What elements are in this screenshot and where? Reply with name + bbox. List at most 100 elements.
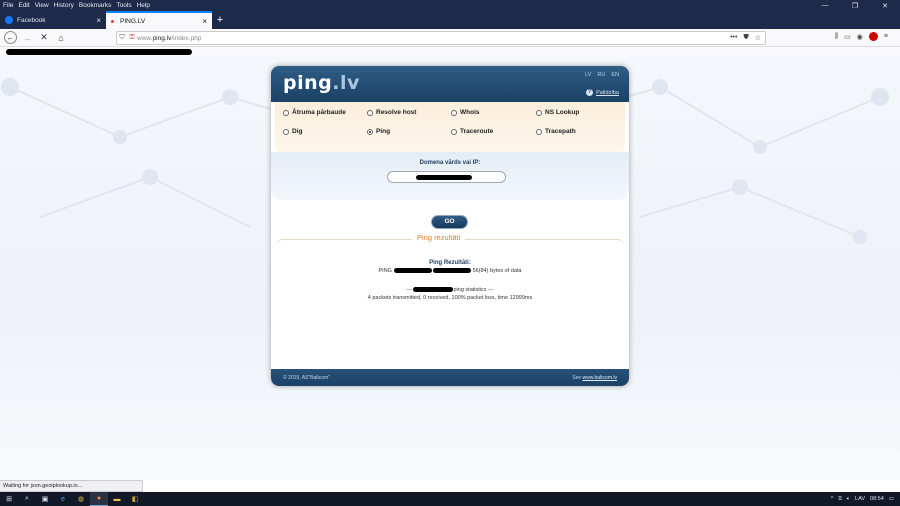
stats-prefix: --- — [406, 287, 412, 293]
redacted-host — [413, 287, 454, 293]
go-button[interactable]: GO — [431, 215, 468, 229]
tray-chevron-icon[interactable]: ^ — [831, 496, 834, 502]
domain-label: Domena vārds vai IP: — [419, 160, 481, 166]
option-tracepath[interactable]: Tracepath — [536, 128, 576, 135]
tab-ping-lv[interactable]: PING.LV × — [106, 11, 212, 29]
option-whois[interactable]: Whois — [451, 109, 480, 116]
bookmarks-toolbar — [0, 47, 900, 57]
language-switcher: LV RU EN — [585, 72, 619, 78]
file-explorer-icon[interactable]: ▬ — [108, 492, 126, 506]
lang-lv[interactable]: LV — [585, 72, 591, 78]
page-actions-icon[interactable]: ••• — [730, 34, 737, 42]
app-icon[interactable]: ◧ — [126, 492, 144, 506]
results-tab-label: Ping rezultāti — [412, 233, 466, 242]
radio-button[interactable] — [451, 109, 457, 116]
radio-button[interactable] — [451, 128, 457, 135]
menu-item-history[interactable]: History — [54, 2, 74, 9]
menu-item-edit[interactable]: Edit — [18, 2, 29, 9]
redacted-host — [393, 268, 432, 274]
option-label: Traceroute — [460, 128, 494, 135]
close-window-button[interactable]: ✕ — [870, 2, 900, 10]
domain-input-panel: Domena vārds vai IP: — [271, 152, 629, 200]
option-label: Resolve host — [376, 109, 417, 116]
menu-item-bookmarks[interactable]: Bookmarks — [79, 2, 112, 9]
option-label: Dig — [292, 128, 303, 135]
domain-input[interactable] — [387, 171, 506, 183]
new-tab-button[interactable]: + — [212, 11, 228, 29]
search-icon[interactable]: ⌕ — [18, 492, 36, 506]
option-label: Ātruma pārbaude — [292, 109, 346, 116]
baltcom-link[interactable]: www.baltcom.lv — [583, 375, 617, 381]
stats-summary: 4 packets transmitted, 0 received, 100% … — [367, 295, 533, 301]
url-prefix: www. — [137, 34, 153, 42]
radio-button-selected[interactable] — [367, 128, 373, 135]
close-tab-icon[interactable]: × — [96, 16, 101, 25]
minimize-button[interactable]: — — [810, 2, 840, 10]
network-icon[interactable]: ⌸ — [838, 496, 841, 503]
option-traceroute[interactable]: Traceroute — [451, 128, 493, 135]
windows-taskbar: ⊞ ⌕ ▣ e ◍ ● ▬ ◧ ^ ⌸ 🔈︎ LAV 08:54 ▭ — [0, 492, 900, 506]
option-label: Ping — [376, 128, 391, 135]
option-dig[interactable]: Dig — [283, 128, 302, 135]
option-label: Whois — [460, 109, 480, 116]
task-view-icon[interactable]: ▣ — [36, 492, 54, 506]
radio-button[interactable] — [367, 109, 373, 116]
insecure-lock-icon[interactable]: ⚿ — [127, 34, 137, 42]
menu-item-file[interactable]: File — [3, 2, 13, 9]
footer-see: See www.baltcom.lv — [572, 375, 617, 381]
menu-icon[interactable]: ≡ — [884, 33, 888, 40]
logo-main: ping — [283, 72, 333, 94]
ping-suffix: 56(84) bytes of data — [472, 268, 522, 274]
navigation-toolbar: ← → ✕ ⌂ ⛉ ⚿ www. ping.lv/index.php ••• ⛊ … — [0, 29, 900, 47]
account-icon[interactable]: ◉ — [857, 33, 863, 41]
volume-icon[interactable]: 🔈︎ — [847, 496, 850, 503]
help-label: Palīdzība — [596, 89, 619, 96]
pocket-icon[interactable]: ⛊ — [743, 34, 748, 42]
option-speed-test[interactable]: Ātruma pārbaude — [283, 109, 346, 116]
redacted-ip — [433, 268, 472, 274]
stop-icon[interactable]: ✕ — [37, 31, 51, 45]
back-icon[interactable]: ← — [4, 31, 17, 44]
menu-item-help[interactable]: Help — [137, 2, 150, 9]
option-resolve-host[interactable]: Resolve host — [367, 109, 416, 116]
url-host: ping.lv — [152, 34, 172, 42]
radio-button[interactable] — [283, 128, 289, 135]
ping-lv-logo: ping.lv — [283, 72, 360, 94]
copyright: © 2019, AS"Baltcom" — [283, 375, 330, 381]
window-controls: — ❐ ✕ — [810, 2, 900, 10]
clock[interactable]: 08:54 — [870, 496, 884, 502]
home-icon[interactable]: ⌂ — [54, 31, 68, 45]
radio-button[interactable] — [536, 128, 542, 135]
radio-button[interactable] — [536, 109, 542, 116]
notifications-icon[interactable]: ▭ — [889, 496, 894, 502]
tab-title: PING.LV — [120, 17, 146, 25]
close-tab-icon[interactable]: × — [202, 17, 207, 26]
lang-ru[interactable]: RU — [597, 72, 605, 78]
bookmark-star-icon[interactable]: ☆ — [755, 34, 761, 42]
chrome-icon[interactable]: ◍ — [72, 492, 90, 506]
library-icon[interactable]: ⫼ — [835, 33, 838, 41]
shield-icon[interactable]: ⛉ — [117, 34, 127, 42]
edge-icon[interactable]: e — [54, 492, 72, 506]
redacted-bookmarks — [6, 49, 192, 55]
help-link[interactable]: ? Palīdzība — [586, 89, 619, 96]
menu-item-tools[interactable]: Tools — [116, 2, 131, 9]
lang-en[interactable]: EN — [611, 72, 619, 78]
forward-icon[interactable]: → — [20, 31, 34, 45]
web-page: ping.lv LV RU EN ? Palīdzība Ātruma pārb… — [0, 57, 900, 480]
keyboard-language[interactable]: LAV — [855, 496, 865, 502]
option-ns-lookup[interactable]: NS Lookup — [536, 109, 579, 116]
sidebar-icon[interactable]: ▭ — [844, 33, 851, 41]
restore-button[interactable]: ❐ — [840, 2, 870, 10]
firefox-icon[interactable]: ● — [90, 492, 108, 506]
windows-start-icon[interactable]: ⊞ — [0, 492, 18, 506]
adblock-icon[interactable] — [868, 32, 878, 41]
ping-header-line: PING 56(84) bytes of data — [275, 268, 625, 274]
menu-item-view[interactable]: View — [35, 2, 49, 9]
help-icon: ? — [586, 89, 594, 96]
tab-facebook[interactable]: Facebook × — [0, 11, 106, 29]
redacted-domain — [416, 175, 472, 180]
address-bar[interactable]: ⛉ ⚿ www. ping.lv/index.php ••• ⛊ ☆ — [116, 31, 766, 45]
option-ping[interactable]: Ping — [367, 128, 390, 135]
radio-button[interactable] — [283, 109, 289, 116]
